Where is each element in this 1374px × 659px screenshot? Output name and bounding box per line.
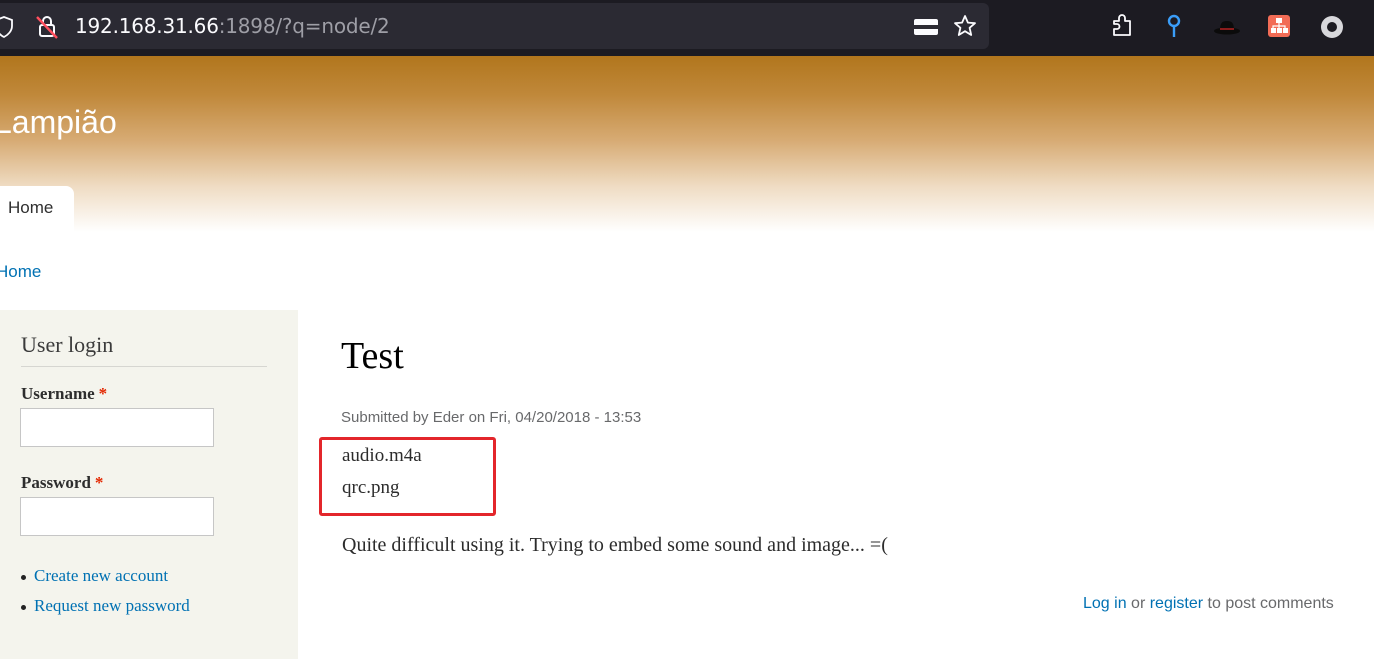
insecure-lock-icon[interactable]	[34, 14, 60, 40]
extensions-icon[interactable]	[1110, 13, 1134, 39]
comment-login-prompt: Log in or register to post comments	[1083, 595, 1334, 613]
block-title-divider	[21, 366, 267, 367]
hat-extension-icon[interactable]	[1212, 18, 1242, 36]
bookmark-star-icon[interactable]	[953, 14, 977, 38]
or-text: or	[1126, 595, 1150, 612]
login-link[interactable]: Log in	[1083, 595, 1127, 612]
url-host: 192.168.31.66	[75, 14, 219, 38]
submitted-info: Submitted by Eder on Fri, 04/20/2018 - 1…	[341, 409, 642, 426]
create-account-link[interactable]: Create new account	[21, 566, 168, 586]
profile-circle-icon[interactable]	[1320, 15, 1344, 39]
node-body: Quite difficult using it. Trying to embe…	[342, 534, 888, 556]
password-label: Password *	[21, 473, 103, 493]
post-comments-text: to post comments	[1203, 595, 1334, 612]
browser-toolbar: 192.168.31.66:1898/?q=node/2	[0, 0, 1374, 56]
site-name[interactable]: Lampião	[0, 104, 117, 141]
user-login-title: User login	[21, 332, 114, 357]
required-marker: *	[98, 384, 108, 403]
url-path: :1898/?q=node/2	[218, 14, 390, 38]
reader-mode-icon[interactable]	[913, 18, 939, 36]
bullet-icon	[21, 604, 26, 610]
required-marker: *	[94, 473, 104, 492]
username-label-text: Username	[21, 384, 95, 403]
breadcrumb-home-link[interactable]: Home	[0, 262, 41, 282]
request-password-link[interactable]: Request new password	[21, 596, 190, 616]
url-text[interactable]: 192.168.31.66:1898/?q=node/2	[75, 14, 390, 38]
site-header	[0, 56, 1374, 232]
password-label-text: Password	[21, 473, 91, 492]
bullet-icon	[21, 574, 26, 580]
shield-icon[interactable]	[0, 16, 14, 38]
tab-home-label: Home	[8, 198, 54, 217]
password-input[interactable]	[20, 497, 214, 536]
page-title: Test	[341, 335, 404, 377]
username-label: Username *	[21, 384, 107, 404]
create-account-label: Create new account	[34, 566, 169, 585]
username-input[interactable]	[20, 408, 214, 447]
tab-home[interactable]: Home	[0, 186, 74, 232]
highlight-box	[319, 437, 496, 516]
register-link[interactable]: register	[1150, 595, 1203, 612]
location-pin-icon[interactable]	[1165, 13, 1183, 39]
network-extension-icon[interactable]	[1268, 15, 1290, 37]
request-password-label: Request new password	[34, 596, 190, 615]
